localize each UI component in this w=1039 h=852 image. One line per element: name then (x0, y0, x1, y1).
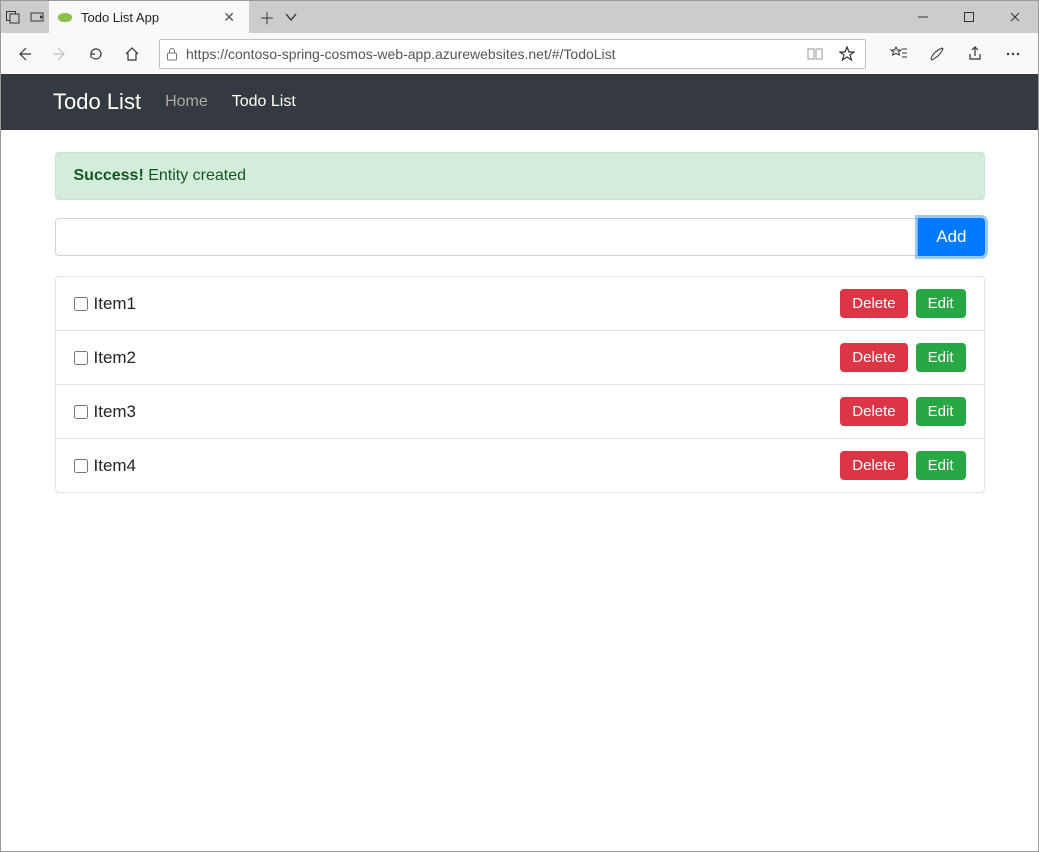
new-tab-icon[interactable]: ＋ (259, 5, 275, 29)
tab-bar-actions: ＋ (249, 1, 307, 33)
browser-tab[interactable]: Todo List App ✕ (49, 1, 249, 33)
favicon-icon (57, 9, 73, 25)
tab-actions-left (1, 1, 49, 33)
item-checkbox[interactable] (74, 459, 88, 473)
edit-button[interactable]: Edit (916, 451, 966, 480)
app-navbar: Todo List Home Todo List (1, 74, 1038, 130)
edit-button[interactable]: Edit (916, 343, 966, 372)
main-container: Success! Entity created Add Item1 Delete E… (55, 130, 985, 493)
item-checkbox[interactable] (74, 405, 88, 419)
favorites-list-icon[interactable] (882, 39, 916, 69)
delete-button[interactable]: Delete (840, 343, 907, 372)
nav-link-home[interactable]: Home (165, 93, 208, 111)
browser-chrome: Todo List App ✕ ＋ (1, 1, 1038, 75)
item-checkbox[interactable] (74, 351, 88, 365)
tab-preview-icon[interactable] (29, 9, 45, 25)
edit-button[interactable]: Edit (916, 289, 966, 318)
todo-list: Item1 Delete Edit Item2 Delete Edit Item3 Delet… (55, 276, 985, 493)
window-controls (900, 1, 1038, 33)
delete-button[interactable]: Delete (840, 397, 907, 426)
success-alert: Success! Entity created (55, 152, 985, 200)
address-bar[interactable] (159, 39, 866, 69)
list-item: Item3 Delete Edit (56, 385, 984, 439)
lock-icon (166, 47, 178, 61)
new-item-input[interactable] (55, 218, 919, 256)
item-label: Item1 (94, 294, 833, 314)
reading-view-icon[interactable] (803, 47, 827, 61)
browser-right-toolbar (878, 39, 1030, 69)
alert-strong: Success! (74, 167, 144, 184)
more-icon[interactable] (996, 39, 1030, 69)
favorite-star-icon[interactable] (835, 46, 859, 62)
delete-button[interactable]: Delete (840, 289, 907, 318)
refresh-button[interactable] (81, 39, 111, 69)
item-label: Item3 (94, 402, 833, 422)
add-button[interactable]: Add (918, 218, 984, 256)
url-input[interactable] (186, 46, 795, 62)
share-icon[interactable] (958, 39, 992, 69)
add-item-row: Add (55, 218, 985, 256)
list-item: Item2 Delete Edit (56, 331, 984, 385)
tabs-dropdown-icon[interactable] (285, 11, 297, 23)
nav-link-todolist[interactable]: Todo List (232, 93, 296, 111)
page-viewport: Todo List Home Todo List Success! Entity… (1, 74, 1038, 851)
notes-icon[interactable] (920, 39, 954, 69)
brand-title: Todo List (53, 89, 141, 115)
item-label: Item2 (94, 348, 833, 368)
edit-button[interactable]: Edit (916, 397, 966, 426)
window-maximize-button[interactable] (946, 1, 992, 33)
item-label: Item4 (94, 456, 833, 476)
forward-button[interactable] (45, 39, 75, 69)
home-button[interactable] (117, 39, 147, 69)
list-item: Item1 Delete Edit (56, 277, 984, 331)
browser-nav-bar (1, 33, 1038, 75)
close-tab-icon[interactable]: ✕ (219, 9, 239, 26)
alert-message: Entity created (148, 167, 246, 184)
window-close-button[interactable] (992, 1, 1038, 33)
title-bar: Todo List App ✕ ＋ (1, 1, 1038, 33)
window-minimize-button[interactable] (900, 1, 946, 33)
tab-aside-icon[interactable] (5, 9, 21, 25)
list-item: Item4 Delete Edit (56, 439, 984, 492)
item-checkbox[interactable] (74, 297, 88, 311)
back-button[interactable] (9, 39, 39, 69)
delete-button[interactable]: Delete (840, 451, 907, 480)
tab-title: Todo List App (81, 10, 211, 25)
